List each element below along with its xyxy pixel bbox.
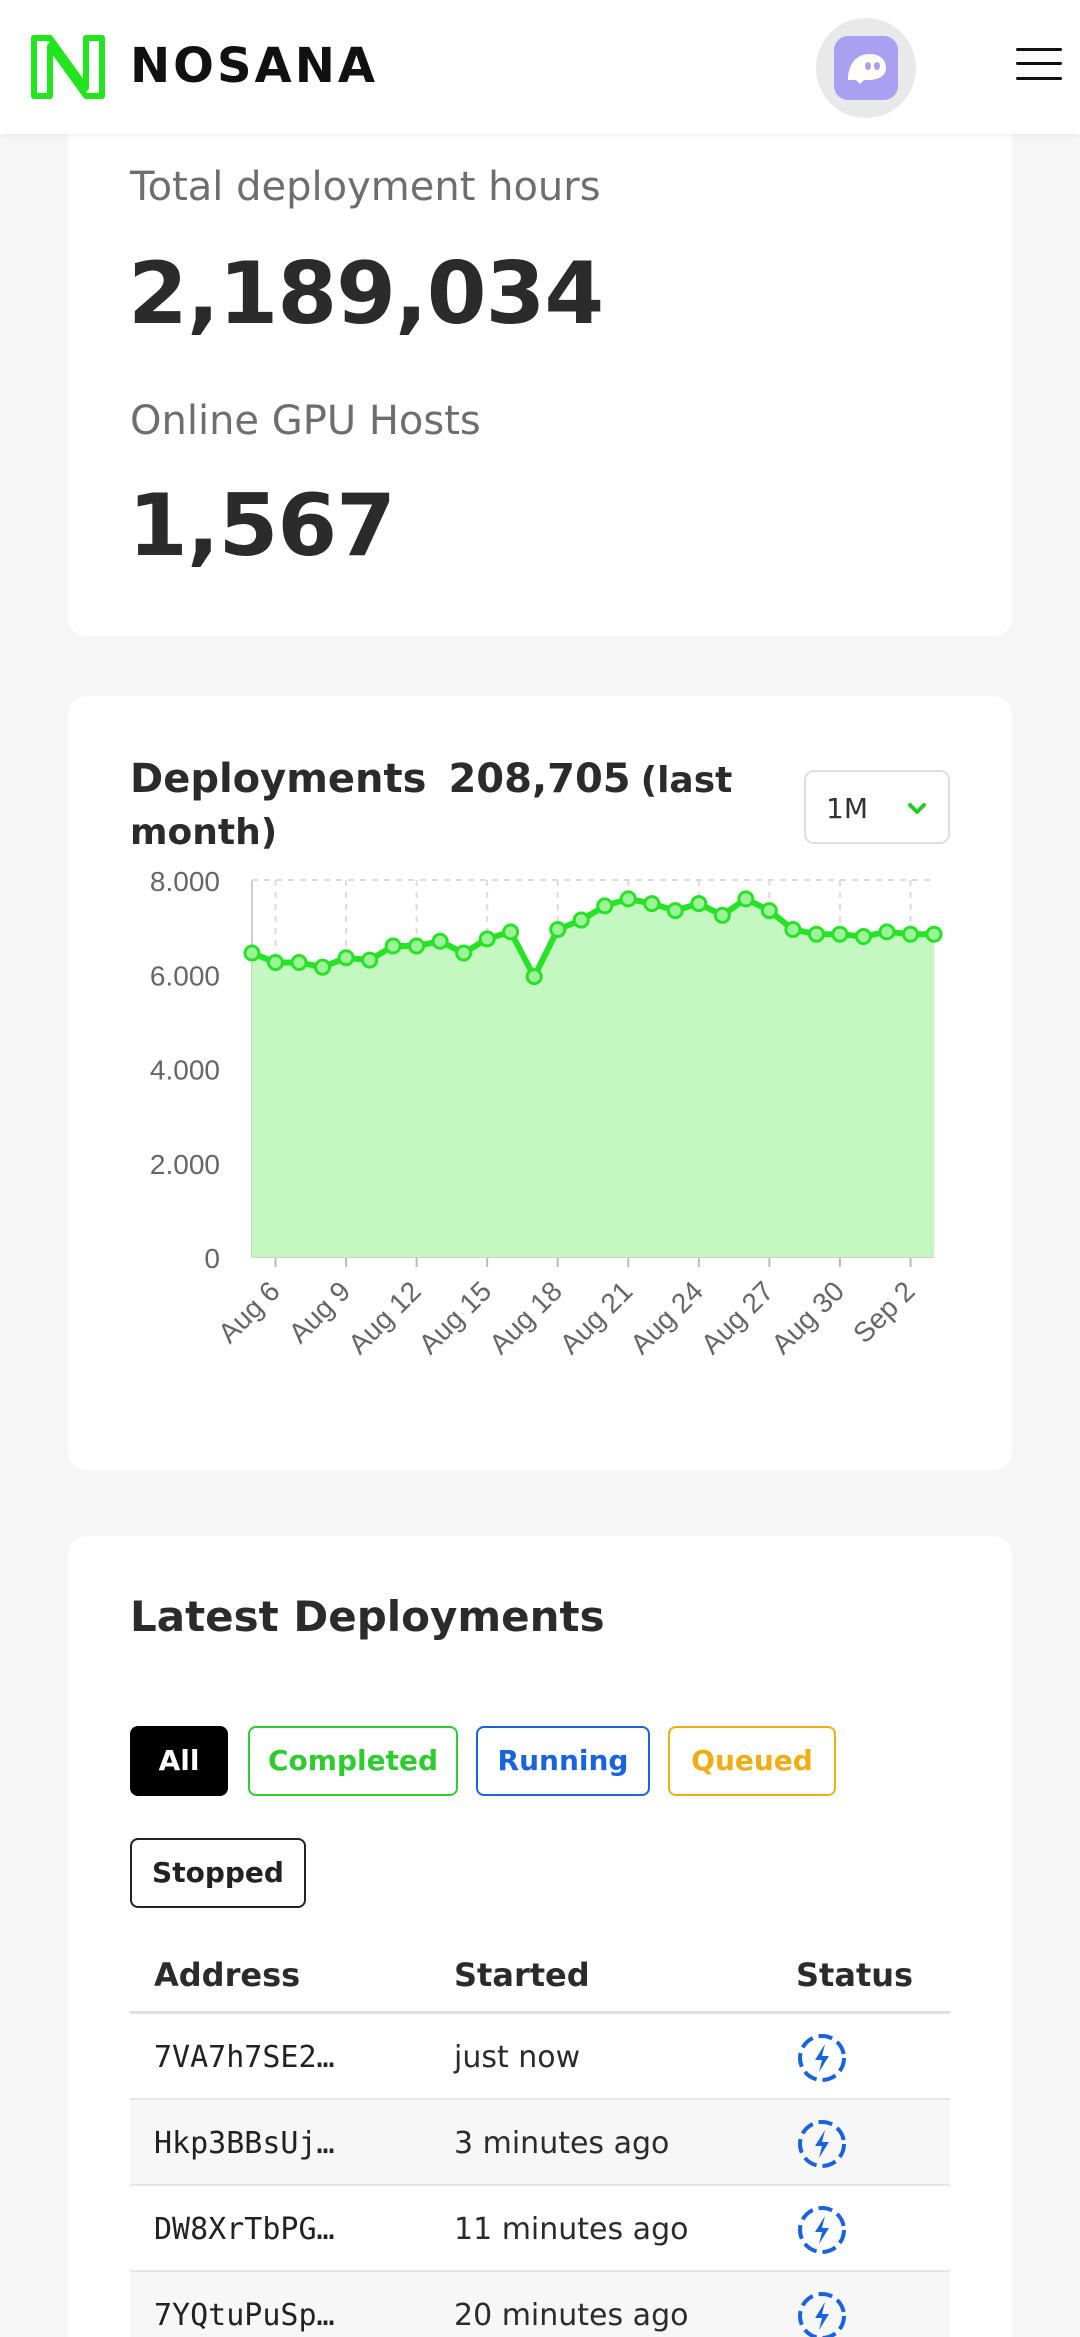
deployments-chart: 02.0004.0006.0008.000Aug 6Aug 9Aug 12Aug… — [150, 866, 943, 1360]
top-header: NOSANA — [0, 0, 1080, 134]
table-row[interactable]: 7VA7h7SE2… just now — [130, 2014, 950, 2100]
latest-deployments-card: Latest Deployments All Completed Running… — [68, 1536, 1012, 2337]
ghost-wallet-icon — [834, 36, 898, 100]
column-started: Started — [454, 1956, 590, 1994]
data-point — [925, 925, 943, 943]
data-point — [455, 944, 473, 962]
data-point — [713, 906, 731, 924]
total-hours-value: 2,189,034 — [128, 244, 604, 344]
deployments-chart-card: Deployments 208,705 (last month) 1M 0 2.000… — [68, 696, 1012, 1470]
data-point — [831, 925, 849, 943]
deployment-address[interactable]: Hkp3BBsUj… — [154, 2126, 335, 2161]
y-tick-label: 0 — [204, 1243, 220, 1274]
data-point — [337, 949, 355, 967]
range-select[interactable]: 1M — [804, 770, 950, 844]
deployments-table: Address Started Status 7VA7h7SE2… just n… — [130, 1936, 950, 2337]
running-status-icon — [798, 2034, 846, 2082]
x-tick-label: Aug 27 — [695, 1275, 780, 1360]
total-hours-label: Total deployment hours — [130, 164, 601, 210]
deployment-started: 11 minutes ago — [454, 2212, 689, 2247]
x-tick-label: Aug 12 — [342, 1275, 427, 1360]
data-point — [784, 920, 802, 938]
data-point — [549, 920, 567, 938]
running-status-icon — [798, 2206, 846, 2254]
wallet-button[interactable] — [816, 18, 916, 118]
filter-running-button[interactable]: Running — [476, 1726, 650, 1796]
filter-all-button[interactable]: All — [130, 1726, 228, 1796]
data-point — [502, 923, 520, 941]
deployment-started: just now — [454, 2040, 581, 2075]
data-point — [737, 890, 755, 908]
data-point — [596, 897, 614, 915]
data-point — [878, 923, 896, 941]
deployment-address[interactable]: 7YQtuPuSp… — [154, 2298, 335, 2333]
deployment-address[interactable]: DW8XrTbPG… — [154, 2212, 335, 2247]
y-tick-label: 2.000 — [150, 1149, 220, 1180]
data-point — [901, 925, 919, 943]
deployment-started: 20 minutes ago — [454, 2298, 689, 2333]
x-tick-label: Aug 18 — [483, 1275, 568, 1360]
x-tick-label: Aug 24 — [624, 1275, 709, 1360]
data-point — [643, 895, 661, 913]
range-value: 1M — [826, 792, 868, 825]
data-point — [760, 902, 778, 920]
filter-completed-button[interactable]: Completed — [248, 1726, 458, 1796]
data-point — [384, 937, 402, 955]
data-point — [525, 968, 543, 986]
x-tick-label: Sep 2 — [847, 1275, 921, 1349]
y-tick-label: 4.000 — [150, 1055, 220, 1086]
data-point — [666, 902, 684, 920]
column-status: Status — [796, 1956, 914, 1994]
running-status-icon — [798, 2120, 846, 2168]
table-header: Address Started Status — [130, 1936, 950, 2014]
x-tick-label: Aug 6 — [212, 1275, 286, 1349]
running-status-icon — [798, 2292, 846, 2337]
data-point — [431, 932, 449, 950]
data-point — [314, 958, 332, 976]
data-point — [478, 930, 496, 948]
data-point — [572, 911, 590, 929]
table-row[interactable]: DW8XrTbPG… 11 minutes ago — [130, 2186, 950, 2272]
data-point — [854, 928, 872, 946]
y-tick-label: 6.000 — [150, 960, 220, 991]
data-point — [619, 890, 637, 908]
data-point — [243, 944, 261, 962]
deployment-address[interactable]: 7VA7h7SE2… — [154, 2040, 335, 2075]
x-tick-label: Aug 30 — [765, 1275, 850, 1360]
x-tick-label: Aug 15 — [413, 1275, 498, 1360]
deployment-started: 3 minutes ago — [454, 2126, 670, 2161]
filter-stopped-button[interactable]: Stopped — [130, 1838, 306, 1908]
data-point — [690, 895, 708, 913]
y-tick-label: 8.000 — [150, 866, 220, 897]
gpu-hosts-label: Online GPU Hosts — [130, 398, 481, 444]
deployments-heading: Deployments 208,705 (last month) — [130, 754, 770, 858]
filter-queued-button[interactable]: Queued — [668, 1726, 836, 1796]
table-row[interactable]: Hkp3BBsUj… 3 minutes ago — [130, 2100, 950, 2186]
data-point — [361, 951, 379, 969]
data-point — [290, 953, 308, 971]
stats-card: Total deployment hours 2,189,034 Online … — [68, 110, 1012, 636]
deployments-title: Deployments — [130, 756, 427, 802]
column-address: Address — [154, 1956, 301, 1994]
nosana-logo-icon[interactable] — [28, 32, 108, 102]
gpu-hosts-value: 1,567 — [128, 476, 396, 576]
latest-deployments-title: Latest Deployments — [130, 1592, 605, 1641]
table-row[interactable]: 7YQtuPuSp… 20 minutes ago — [130, 2272, 950, 2337]
chevron-down-icon — [908, 803, 926, 814]
data-point — [408, 937, 426, 955]
hamburger-menu-icon[interactable] — [1016, 44, 1064, 84]
x-tick-label: Aug 21 — [554, 1275, 639, 1360]
deployments-count: 208,705 — [448, 756, 631, 802]
series-area — [252, 898, 934, 1257]
data-point — [807, 925, 825, 943]
brand-name[interactable]: NOSANA — [130, 38, 378, 94]
data-point — [267, 953, 285, 971]
